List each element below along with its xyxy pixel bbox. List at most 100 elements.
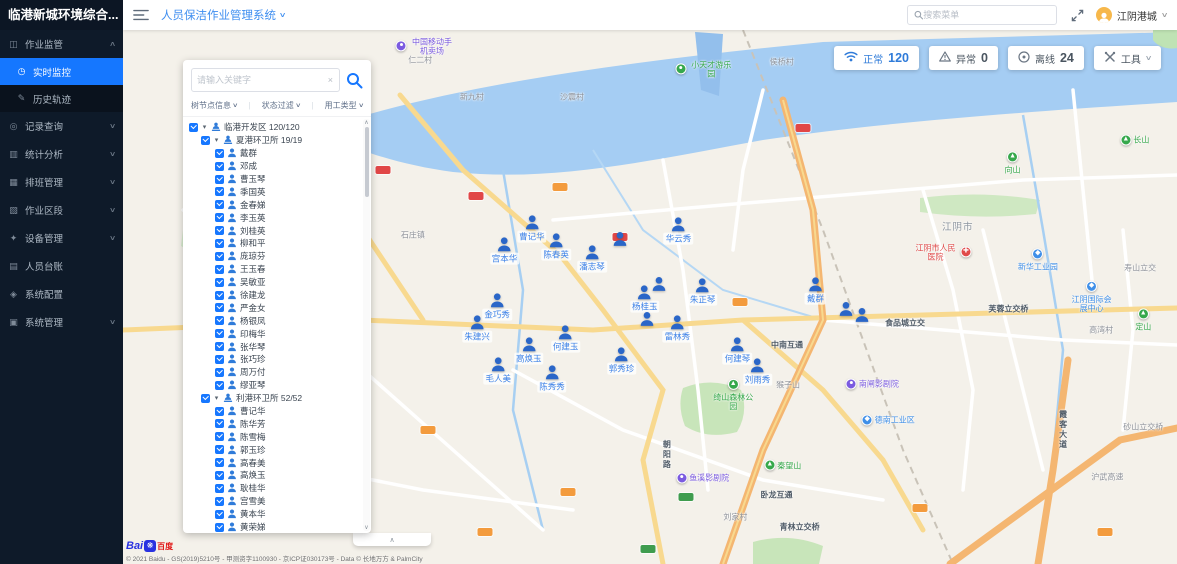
tree-node-person[interactable]: 金春娣: [189, 198, 361, 211]
status-card-tools[interactable]: 工具 ∨: [1094, 46, 1161, 70]
panel-collapse-tab[interactable]: ∧: [353, 533, 431, 546]
worker-marker[interactable]: [639, 311, 655, 327]
tree-node-person[interactable]: 徐建龙: [189, 289, 361, 302]
tree-node-person[interactable]: 刘桂英: [189, 224, 361, 237]
scroll-up-icon[interactable]: ∧: [363, 119, 370, 126]
caret-down-icon[interactable]: ▾: [213, 136, 220, 144]
checkbox-checked[interactable]: [215, 265, 224, 274]
checkbox-checked[interactable]: [215, 510, 224, 519]
checkbox-checked[interactable]: [189, 123, 198, 132]
tree-node-person[interactable]: 郭玉珍: [189, 443, 361, 456]
worker-marker[interactable]: 刘雨秀: [743, 357, 773, 385]
worker-marker[interactable]: 郭秀珍: [607, 347, 637, 375]
checkbox-checked[interactable]: [215, 368, 224, 377]
worker-marker[interactable]: 朱正琴: [688, 278, 718, 306]
checkbox-checked[interactable]: [215, 226, 224, 235]
checkbox-checked[interactable]: [215, 355, 224, 364]
checkbox-checked[interactable]: [215, 200, 224, 209]
checkbox-checked[interactable]: [215, 419, 224, 428]
worker-marker[interactable]: 朱建兴: [462, 315, 492, 343]
clear-icon[interactable]: ×: [327, 75, 334, 85]
map-canvas[interactable]: 江阴市石庄镇仁二村新九村沙震村侯桥村高湾村刘家村猴子山寿山立交芙蓉立交桥食品城立…: [123, 30, 1177, 564]
scrollbar-thumb[interactable]: [365, 127, 369, 197]
keyword-search-box[interactable]: ×: [191, 68, 340, 92]
checkbox-checked[interactable]: [215, 497, 224, 506]
checkbox-checked[interactable]: [215, 187, 224, 196]
worker-marker[interactable]: 陈春英: [541, 232, 571, 260]
worker-marker[interactable]: [854, 307, 870, 323]
tree-node-person[interactable]: 缪亚琴: [189, 379, 361, 392]
tree-node-person[interactable]: 高焕玉: [189, 469, 361, 482]
checkbox-checked[interactable]: [215, 407, 224, 416]
worker-marker[interactable]: [651, 276, 667, 292]
tree-node-person[interactable]: 吴敏亚: [189, 276, 361, 289]
keyword-input[interactable]: [197, 75, 327, 85]
checkbox-checked[interactable]: [215, 175, 224, 184]
tree-node-person[interactable]: 宫雪美: [189, 495, 361, 508]
tree-node-person[interactable]: 李玉英: [189, 211, 361, 224]
caret-down-icon[interactable]: ▾: [213, 394, 220, 402]
tree-node-group-0[interactable]: ▾ 夏港环卫所 19/19: [189, 134, 361, 147]
checkbox-checked[interactable]: [215, 316, 224, 325]
checkbox-checked[interactable]: [215, 162, 224, 171]
checkbox-checked[interactable]: [215, 149, 224, 158]
fullscreen-icon[interactable]: [1071, 9, 1084, 22]
checkbox-checked[interactable]: [215, 329, 224, 338]
tree-node-person[interactable]: 张巧珍: [189, 353, 361, 366]
tree-node-person[interactable]: 高春美: [189, 456, 361, 469]
worker-marker[interactable]: 潘志琴: [577, 245, 607, 273]
tree-node-person[interactable]: 印梅华: [189, 327, 361, 340]
tree-node-person[interactable]: 杨银凤: [189, 314, 361, 327]
sidebar-item-8[interactable]: ▤ 人员台账: [0, 252, 123, 280]
status-card-abnormal[interactable]: 异常 0: [929, 46, 998, 70]
checkbox-checked[interactable]: [215, 278, 224, 287]
tree-node-person[interactable]: 曹记华: [189, 405, 361, 418]
sidebar-item-0[interactable]: ◫ 作业监管∧: [0, 30, 123, 58]
worker-marker[interactable]: 戴群: [805, 277, 826, 305]
tree-filter-2[interactable]: 用工类型∨: [325, 100, 363, 111]
tree-node-person[interactable]: 柳和平: [189, 237, 361, 250]
tree-node-person[interactable]: 王玉春: [189, 263, 361, 276]
status-card-offline[interactable]: 离线 24: [1008, 46, 1084, 70]
tree-node-person[interactable]: 季国英: [189, 185, 361, 198]
checkbox-checked[interactable]: [215, 342, 224, 351]
tree-node-person[interactable]: 张华琴: [189, 340, 361, 353]
worker-marker[interactable]: 华云秀: [664, 216, 694, 244]
sidebar-item-1[interactable]: ◷ 实时监控: [0, 58, 123, 85]
sidebar-item-5[interactable]: ▦ 排班管理∨: [0, 168, 123, 196]
menu-search-input[interactable]: [923, 10, 1050, 20]
checkbox-checked[interactable]: [201, 136, 210, 145]
tree-scrollbar[interactable]: ∧ ∨: [363, 119, 370, 531]
tree-node-person[interactable]: 陈雪梅: [189, 430, 361, 443]
sidebar-item-2[interactable]: ✎ 历史轨迹: [0, 85, 123, 112]
checkbox-checked[interactable]: [215, 252, 224, 261]
tree-node-person[interactable]: 严金女: [189, 301, 361, 314]
checkbox-checked[interactable]: [215, 471, 224, 480]
user-menu[interactable]: 江阴港城 ∨: [1096, 7, 1167, 23]
checkbox-checked[interactable]: [215, 432, 224, 441]
tree-node-group-1[interactable]: ▾ 利港环卫所 52/52: [189, 392, 361, 405]
sidebar-item-6[interactable]: ▧ 作业区段∨: [0, 196, 123, 224]
tree-node-person[interactable]: 戴群: [189, 147, 361, 160]
checkbox-checked[interactable]: [215, 381, 224, 390]
tree-node-person[interactable]: 黄本华: [189, 508, 361, 521]
checkbox-checked[interactable]: [215, 523, 224, 532]
tree-node-person[interactable]: 黄荣娣: [189, 521, 361, 533]
scroll-down-icon[interactable]: ∨: [363, 524, 370, 531]
status-card-normal[interactable]: 正常 120: [834, 46, 919, 70]
worker-marker[interactable]: 雷林秀: [663, 315, 693, 343]
checkbox-checked[interactable]: [215, 213, 224, 222]
tree-node-root[interactable]: ▾ 临港开发区 120/120: [189, 121, 361, 134]
tree-filter-0[interactable]: 树节点信息∨: [191, 100, 237, 111]
checkbox-checked[interactable]: [215, 458, 224, 467]
menu-collapse-icon[interactable]: [133, 8, 149, 22]
tree-node-person[interactable]: 陈华芳: [189, 417, 361, 430]
worker-marker[interactable]: [612, 231, 628, 247]
checkbox-checked[interactable]: [215, 239, 224, 248]
tree-node-person[interactable]: 邓成: [189, 160, 361, 173]
tree-node-person[interactable]: 周万付: [189, 366, 361, 379]
caret-down-icon[interactable]: ▾: [201, 123, 208, 131]
tree-node-person[interactable]: 庞琼芬: [189, 250, 361, 263]
checkbox-checked[interactable]: [215, 484, 224, 493]
checkbox-checked[interactable]: [215, 303, 224, 312]
